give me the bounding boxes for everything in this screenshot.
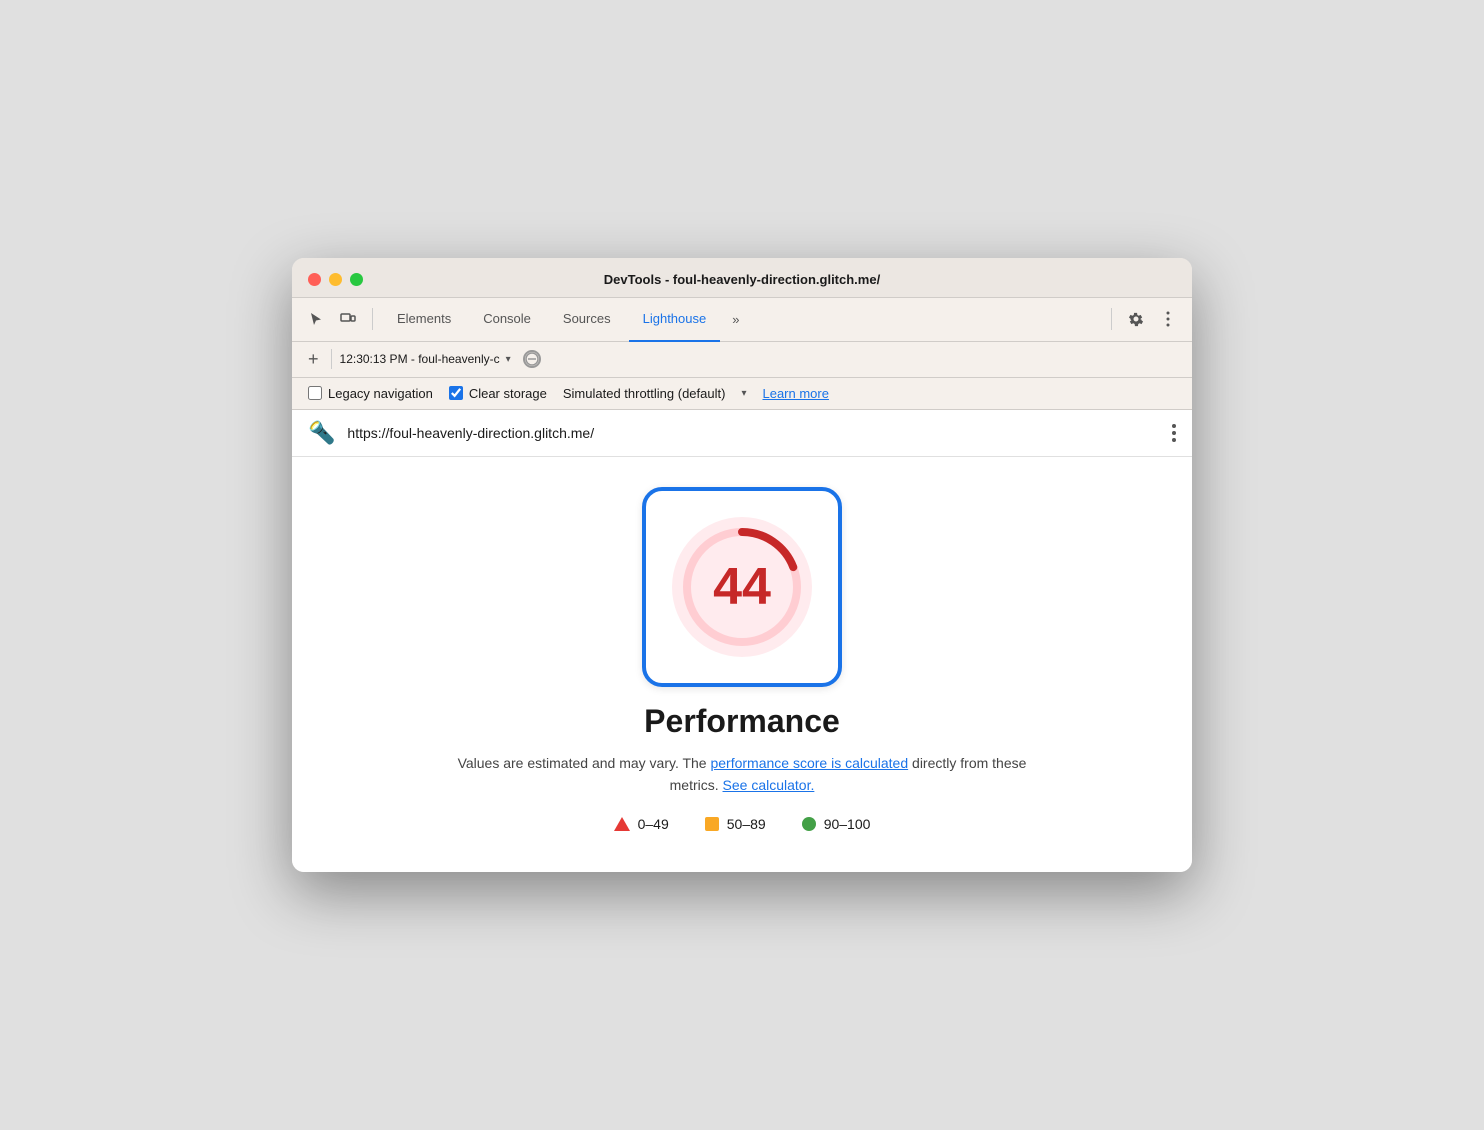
tab-separator-1 [372, 308, 373, 330]
close-button[interactable] [308, 273, 321, 286]
tab-console[interactable]: Console [469, 298, 545, 342]
performance-title: Performance [644, 703, 840, 740]
lighthouse-icon: 🔦 [308, 420, 335, 446]
cursor-icon-button[interactable] [302, 305, 330, 333]
device-toggle-button[interactable] [334, 305, 362, 333]
second-toolbar: + 12:30:13 PM - foul-heavenly-c ▾ [292, 342, 1192, 378]
minimize-button[interactable] [329, 273, 342, 286]
devtools-tabs-bar: Elements Console Sources Lighthouse » [292, 298, 1192, 342]
maximize-button[interactable] [350, 273, 363, 286]
kebab-menu-button[interactable] [1172, 424, 1176, 442]
devtools-window: DevTools - foul-heavenly-direction.glitc… [292, 258, 1192, 873]
tab-overflow-button[interactable]: » [724, 297, 747, 341]
throttling-label: Simulated throttling (default) [563, 386, 726, 401]
performance-score-link[interactable]: performance score is calculated [710, 755, 908, 771]
legacy-nav-label: Legacy navigation [328, 386, 433, 401]
more-options-button[interactable] [1154, 305, 1182, 333]
red-triangle-icon [614, 817, 630, 831]
title-bar: DevTools - foul-heavenly-direction.glitc… [292, 258, 1192, 298]
window-title: DevTools - foul-heavenly-direction.glitc… [604, 272, 880, 287]
options-bar: Legacy navigation Clear storage Simulate… [292, 378, 1192, 410]
orange-square-icon [705, 817, 719, 831]
legend-range-orange: 50–89 [727, 816, 766, 832]
legend-item-green: 90–100 [802, 816, 871, 832]
performance-description: Values are estimated and may vary. The p… [442, 752, 1042, 797]
legend-range-red: 0–49 [638, 816, 669, 832]
session-dropdown-arrow[interactable]: ▾ [506, 354, 511, 365]
tab-lighthouse[interactable]: Lighthouse [629, 298, 721, 342]
tab-separator-2 [1111, 308, 1112, 330]
tab-elements[interactable]: Elements [383, 298, 465, 342]
legend-item-red: 0–49 [614, 816, 669, 832]
performance-score-number: 44 [713, 557, 771, 617]
clear-storage-label: Clear storage [469, 386, 547, 401]
legend-range-green: 90–100 [824, 816, 871, 832]
calculator-link[interactable]: See calculator. [723, 777, 815, 793]
url-bar: 12:30:13 PM - foul-heavenly-c ▾ [340, 352, 511, 366]
legend-item-orange: 50–89 [705, 816, 766, 832]
settings-button[interactable] [1122, 305, 1150, 333]
performance-score-card: 44 [642, 487, 842, 687]
clear-storage-checkbox[interactable] [449, 386, 463, 400]
legacy-nav-checkbox[interactable] [308, 386, 322, 400]
target-url: https://foul-heavenly-direction.glitch.m… [347, 425, 1160, 441]
clear-storage-checkbox-label[interactable]: Clear storage [449, 386, 547, 401]
legacy-nav-checkbox-label[interactable]: Legacy navigation [308, 386, 433, 401]
throttling-dropdown-arrow[interactable]: ▾ [741, 388, 746, 399]
devtools-right-icons [1122, 305, 1182, 333]
tab-sources[interactable]: Sources [549, 298, 625, 342]
toolbar-separator [331, 349, 332, 369]
gauge-background: 44 [672, 517, 812, 657]
learn-more-link[interactable]: Learn more [762, 386, 828, 401]
green-circle-icon [802, 817, 816, 831]
score-legend: 0–49 50–89 90–100 [614, 816, 871, 832]
window-controls [308, 273, 363, 286]
url-row: 🔦 https://foul-heavenly-direction.glitch… [292, 410, 1192, 457]
session-label: 12:30:13 PM - foul-heavenly-c [340, 352, 500, 366]
main-content: 44 Performance Values are estimated and … [292, 457, 1192, 873]
add-session-button[interactable]: + [304, 350, 323, 368]
no-entry-icon[interactable] [523, 350, 541, 368]
